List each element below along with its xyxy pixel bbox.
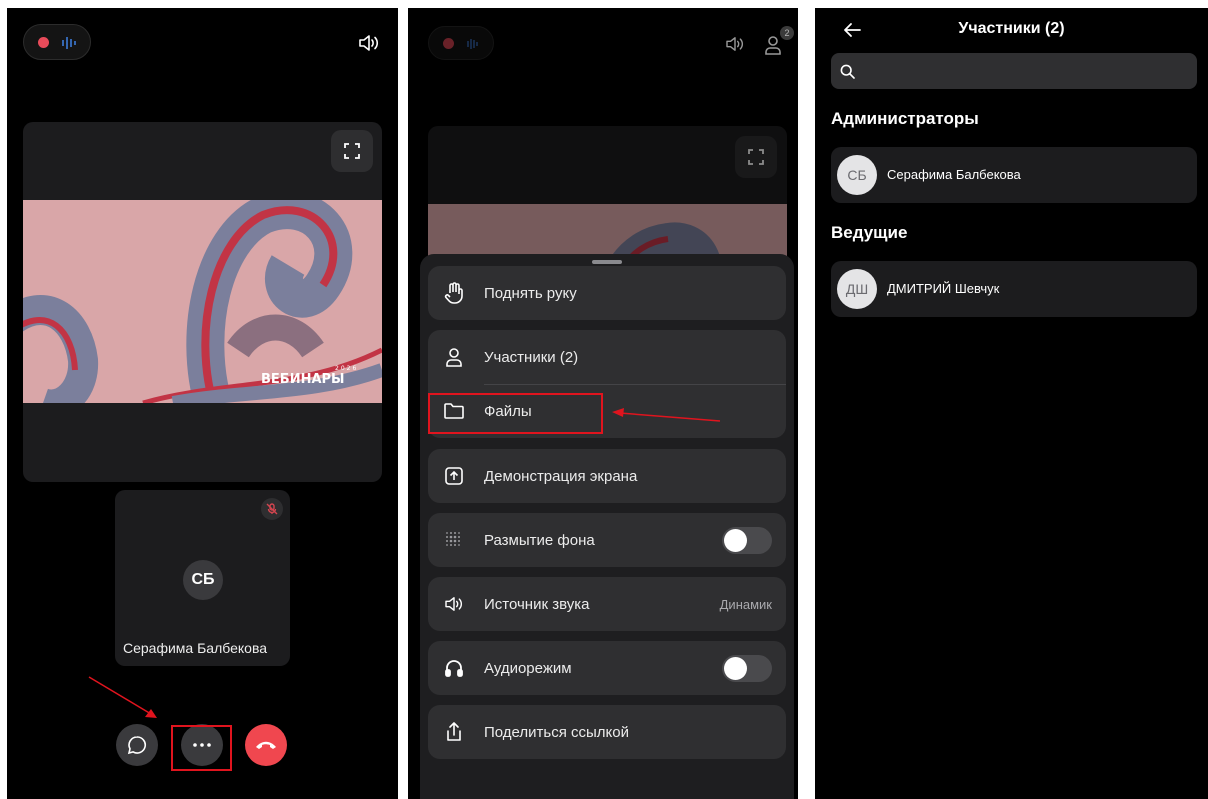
menu-item-screen-share[interactable]: Демонстрация экрана xyxy=(428,449,786,503)
menu-group-share: Поделиться ссылкой xyxy=(428,705,786,759)
hangup-icon[interactable] xyxy=(245,724,287,766)
menu-group-sound: Источник звука Динамик xyxy=(428,577,786,631)
hand-icon xyxy=(442,281,466,305)
waveform-icon xyxy=(465,37,481,51)
menu-screen: 2 Поднять руку Участники (2) Файлы Демон… xyxy=(408,8,798,799)
menu-item-sound-source[interactable]: Источник звука Динамик xyxy=(428,577,786,631)
annotation-arrow xyxy=(612,408,721,422)
participant-name: Серафима Балбекова xyxy=(887,167,1021,182)
record-icon xyxy=(443,38,454,49)
screen-share-icon xyxy=(442,464,466,488)
highlight-more-box xyxy=(171,725,232,771)
page-title: Участники (2) xyxy=(958,20,1065,37)
menu-group-blur: Размытие фона xyxy=(428,513,786,567)
sheet-handle[interactable] xyxy=(592,260,622,264)
blur-toggle[interactable] xyxy=(722,527,772,554)
menu-item-label: Демонстрация экрана xyxy=(484,467,638,485)
menu-group-hand: Поднять руку xyxy=(428,266,786,320)
search-input[interactable] xyxy=(831,53,1197,89)
call-screen: ВЕБИНАРЫ 2026 СБ Серафима Балбекова xyxy=(7,8,398,799)
avatar: ДШ xyxy=(837,269,877,309)
participant-avatar: СБ xyxy=(183,560,223,600)
headphones-icon xyxy=(442,656,466,680)
menu-item-label: Аудиорежим xyxy=(484,659,572,677)
presentation-tile[interactable]: ВЕБИНАРЫ 2026 xyxy=(23,122,382,482)
recording-indicator[interactable] xyxy=(23,24,91,60)
toggle-knob xyxy=(724,657,747,680)
menu-item-label: Размытие фона xyxy=(484,531,595,549)
menu-item-label: Поднять руку xyxy=(484,284,577,302)
section-heading-admins: Администраторы xyxy=(831,109,979,128)
slide-year: 2026 xyxy=(335,365,358,372)
presentation-slide: ВЕБИНАРЫ 2026 xyxy=(23,200,382,403)
speaker-icon[interactable] xyxy=(725,36,745,52)
annotation-arrow xyxy=(88,676,157,718)
highlight-files-box xyxy=(428,393,603,434)
section-heading-hosts: Ведущие xyxy=(831,223,908,242)
fullscreen-icon xyxy=(735,136,777,178)
participant-name: ДМИТРИЙ Шевчук xyxy=(887,281,1000,296)
menu-item-blur[interactable]: Размытие фона xyxy=(428,513,786,567)
menu-group-audio: Аудиорежим xyxy=(428,641,786,695)
record-icon xyxy=(38,37,49,48)
sound-source-value: Динамик xyxy=(719,596,772,612)
menu-item-label: Источник звука xyxy=(484,595,590,613)
recording-indicator[interactable] xyxy=(428,26,494,60)
menu-item-raise-hand[interactable]: Поднять руку xyxy=(428,266,786,320)
participants-screen: Участники (2) Администраторы СБ Серафима… xyxy=(815,8,1208,799)
search-icon xyxy=(839,63,855,79)
toggle-knob xyxy=(724,529,747,552)
user-icon xyxy=(442,345,466,369)
blur-icon xyxy=(442,528,466,552)
mic-off-icon xyxy=(261,498,283,520)
participants-count-badge: 2 xyxy=(780,26,794,40)
participant-row[interactable]: СБ Серафима Балбекова xyxy=(831,147,1197,203)
menu-item-participants[interactable]: Участники (2) xyxy=(428,330,786,384)
participant-name: Серафима Балбекова xyxy=(123,640,268,656)
menu-item-audio-mode[interactable]: Аудиорежим xyxy=(428,641,786,695)
share-icon xyxy=(442,720,466,744)
speaker-icon[interactable] xyxy=(358,34,380,52)
slide-brand: ВЕБИНАРЫ xyxy=(261,372,345,387)
avatar: СБ xyxy=(837,155,877,195)
menu-group-screen: Демонстрация экрана xyxy=(428,449,786,503)
menu-item-share-link[interactable]: Поделиться ссылкой xyxy=(428,705,786,759)
participant-tile[interactable]: СБ Серафима Балбекова xyxy=(115,490,290,666)
menu-item-label: Участники (2) xyxy=(484,348,579,366)
menu-item-label: Поделиться ссылкой xyxy=(484,723,629,741)
audio-mode-toggle[interactable] xyxy=(722,655,772,682)
waveform-icon xyxy=(60,35,78,51)
speaker-icon xyxy=(442,592,466,616)
fullscreen-icon[interactable] xyxy=(331,130,373,172)
chat-icon[interactable] xyxy=(116,724,158,766)
participant-row[interactable]: ДШ ДМИТРИЙ Шевчук xyxy=(831,261,1197,317)
